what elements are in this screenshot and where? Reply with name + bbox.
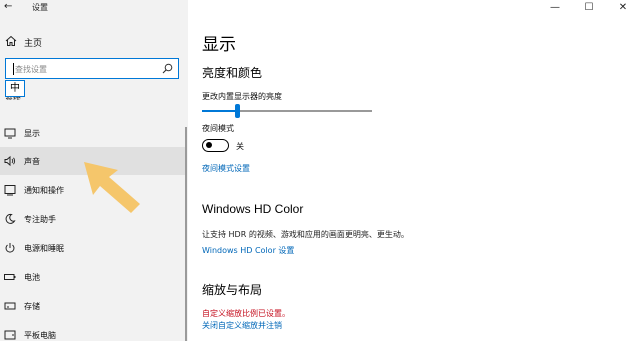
home-icon xyxy=(5,35,17,46)
sidebar-item-battery[interactable]: 电池 xyxy=(0,263,186,291)
night-light-settings-link[interactable]: 夜间模式设置 xyxy=(202,163,250,174)
text-cursor xyxy=(13,63,14,75)
sidebar-item-label: 电池 xyxy=(24,273,40,282)
content-pane: — ☐ ✕ 显示 亮度和颜色 更改内置显示器的亮度 夜间模式 关 夜间模式设置 … xyxy=(188,0,640,341)
sidebar-item-label: 专注助手 xyxy=(24,215,56,224)
hdr-heading: Windows HD Color xyxy=(202,202,304,216)
turn-off-custom-scaling-link[interactable]: 关闭自定义缩放并注销 xyxy=(202,320,282,331)
power-icon xyxy=(5,243,15,253)
sidebar-scrollbar[interactable] xyxy=(185,127,187,341)
custom-scale-warning: 自定义缩放比例已设置。 xyxy=(202,309,290,318)
sidebar-item-storage[interactable]: 存储 xyxy=(0,292,186,320)
title-bar: ← 设置 xyxy=(0,0,188,16)
minimize-button[interactable]: — xyxy=(540,0,570,16)
home-label: 主页 xyxy=(24,39,43,49)
search-box[interactable] xyxy=(5,58,179,79)
moon-icon xyxy=(5,213,16,224)
storage-icon xyxy=(4,302,16,310)
night-light-toggle[interactable] xyxy=(202,139,229,152)
back-arrow-icon[interactable]: ← xyxy=(4,0,12,14)
tablet-icon xyxy=(4,330,16,340)
monitor-icon xyxy=(4,128,16,139)
search-input[interactable] xyxy=(15,62,155,76)
sidebar-item-label: 声音 xyxy=(24,157,40,166)
sidebar-item-label: 通知和操作 xyxy=(24,186,64,195)
sidebar-item-power-sleep[interactable]: 电源和睡眠 xyxy=(0,234,186,262)
home-nav-item[interactable]: 主页 xyxy=(0,32,188,52)
sidebar-item-label: 存储 xyxy=(24,302,40,311)
app-title: 设置 xyxy=(32,3,48,12)
hdr-description: 让支持 HDR 的视频、游戏和应用的画面更明亮、更生动。 xyxy=(202,230,409,239)
sidebar-item-display[interactable]: 显示 xyxy=(0,119,186,147)
battery-icon xyxy=(4,274,16,280)
slider-thumb[interactable] xyxy=(235,104,240,118)
notification-icon xyxy=(4,185,16,196)
brightness-slider[interactable] xyxy=(202,104,372,118)
hdr-settings-link[interactable]: Windows HD Color 设置 xyxy=(202,245,294,256)
search-icon[interactable] xyxy=(162,63,173,74)
night-light-label: 夜间模式 xyxy=(202,124,234,133)
maximize-button[interactable]: ☐ xyxy=(574,0,604,16)
settings-window: ← 设置 主页 系统 中 显示 xyxy=(0,0,640,341)
close-button[interactable]: ✕ xyxy=(608,0,638,16)
pointer-arrow-annotation xyxy=(84,162,140,213)
ime-indicator: 中 xyxy=(5,80,25,97)
sidebar-item-tablet[interactable]: 平板电脑 xyxy=(0,321,186,341)
night-light-state: 关 xyxy=(236,142,244,151)
toggle-knob xyxy=(206,142,212,148)
sidebar-item-label: 平板电脑 xyxy=(24,331,56,340)
sidebar-item-label: 电源和睡眠 xyxy=(24,244,64,253)
speaker-icon xyxy=(4,155,16,167)
brightness-label: 更改内置显示器的亮度 xyxy=(202,92,282,101)
scale-layout-heading: 缩放与布局 xyxy=(202,283,263,297)
page-title: 显示 xyxy=(202,35,236,55)
slider-fill xyxy=(202,110,238,112)
sidebar: ← 设置 主页 系统 中 显示 xyxy=(0,0,188,341)
sidebar-item-label: 显示 xyxy=(24,129,40,138)
brightness-heading: 亮度和颜色 xyxy=(202,66,263,80)
